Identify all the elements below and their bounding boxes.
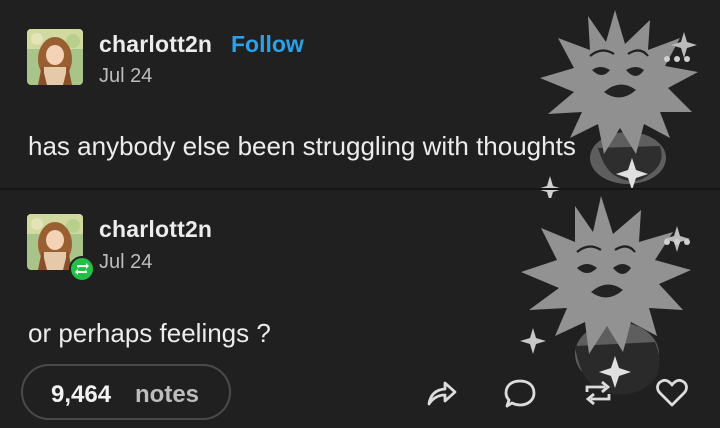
reply-bubble-icon[interactable] — [503, 376, 537, 410]
sticker-image — [537, 10, 698, 198]
post-date[interactable]: Jul 24 — [99, 65, 152, 88]
post-reblog: charlott2n Jul 24 or perhaps feelings ? … — [0, 190, 720, 428]
post-date[interactable]: Jul 24 — [99, 251, 152, 274]
notes-button[interactable]: 9,464 notes — [21, 364, 231, 420]
avatar[interactable] — [27, 29, 83, 85]
username[interactable]: charlott2n — [99, 31, 212, 58]
notes-label: notes — [135, 381, 200, 408]
notes-count: 9,464 — [51, 381, 112, 408]
reblog-icon[interactable] — [581, 376, 615, 410]
post-text: has anybody else been struggling with th… — [28, 131, 576, 161]
meatball-menu-icon[interactable] — [662, 52, 692, 66]
meatball-menu-icon[interactable] — [662, 235, 692, 249]
share-arrow-icon[interactable] — [425, 376, 459, 410]
post-original: charlott2n Follow Jul 24 has anybody els… — [0, 0, 720, 198]
post-text: or perhaps feelings ? — [28, 318, 271, 348]
reblog-badge-icon — [69, 256, 95, 282]
heart-icon[interactable] — [655, 376, 689, 410]
follow-button[interactable]: Follow — [231, 31, 304, 58]
username[interactable]: charlott2n — [99, 216, 212, 243]
